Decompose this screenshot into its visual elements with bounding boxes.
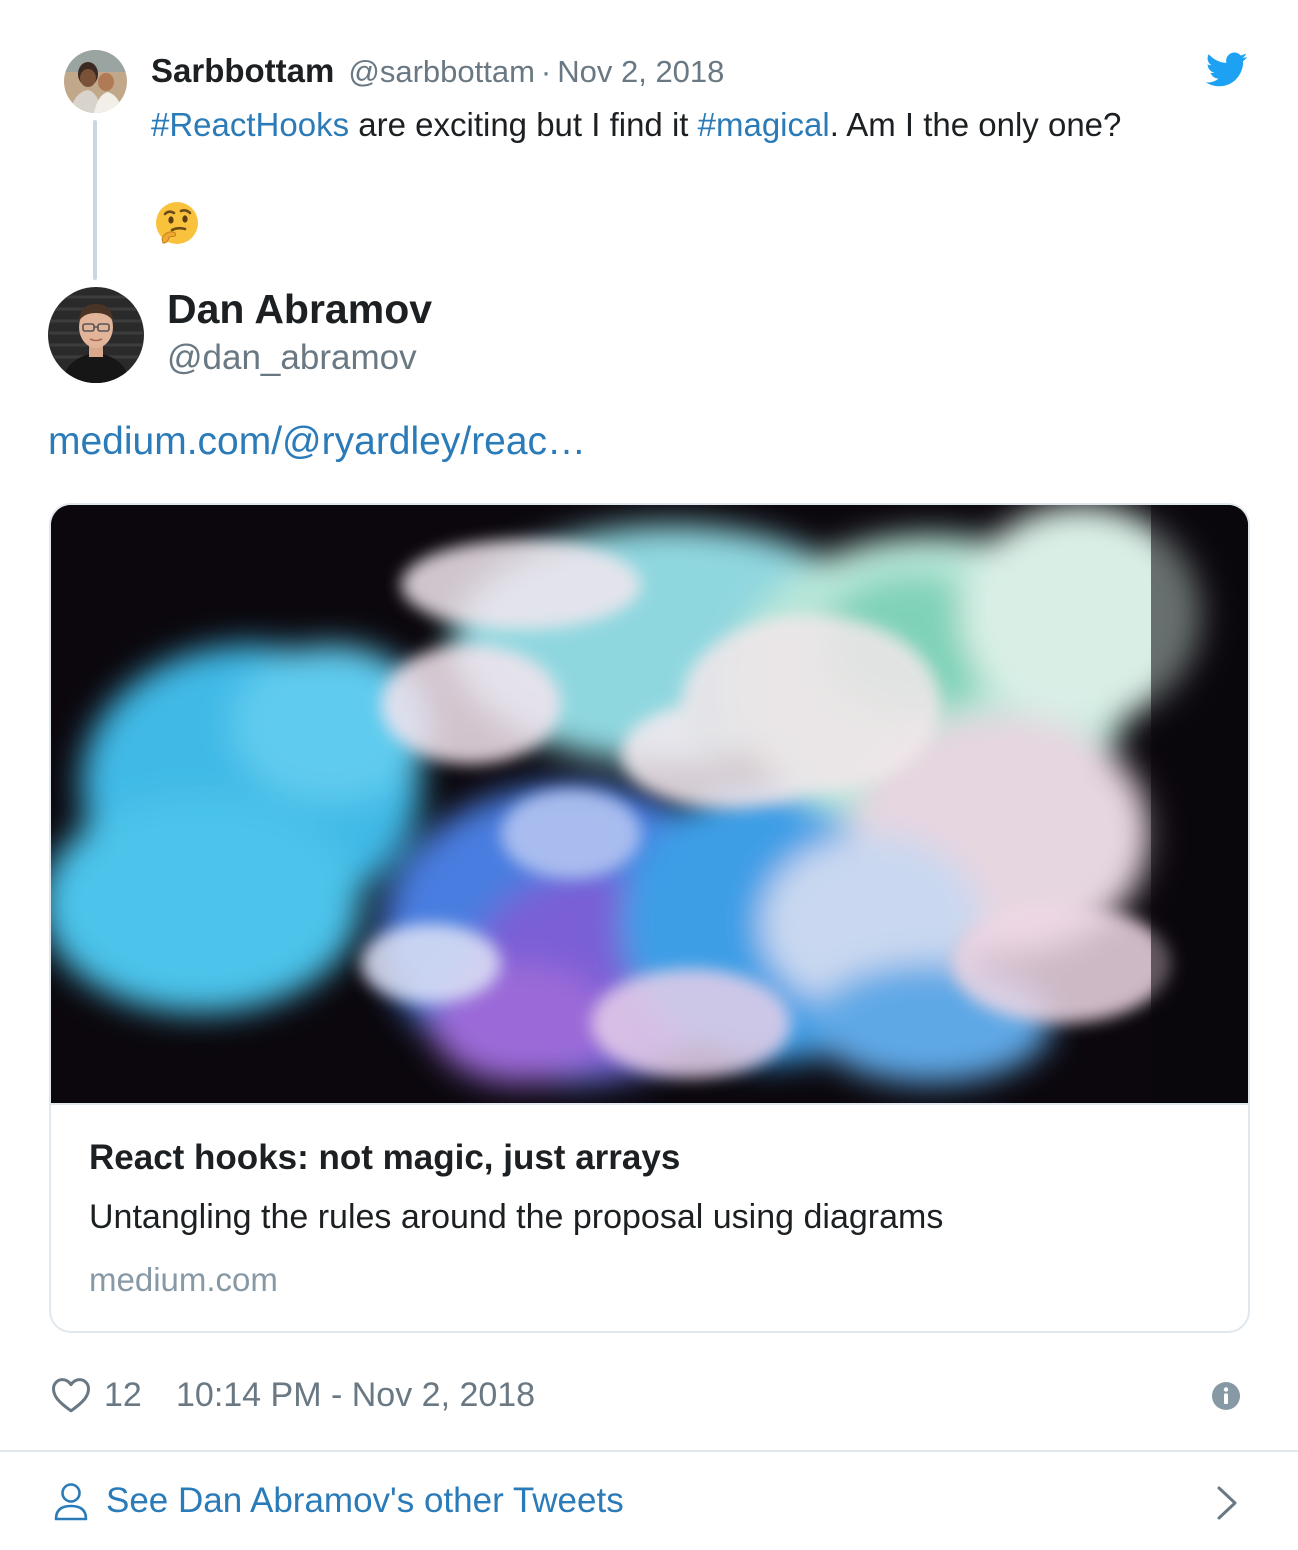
chevron-right-icon [1217, 1486, 1237, 1520]
card-title[interactable]: React hooks: not magic, just arrays [89, 1138, 680, 1178]
parent-tweet-header: Sarbbottam @sarbbottam · Nov 2, 2018 [151, 52, 724, 92]
author-handle[interactable]: @dan_abramov [167, 338, 417, 378]
meta-separator: · [540, 54, 552, 89]
hashtag-link[interactable]: #ReactHooks [151, 106, 349, 143]
card-image [51, 505, 1248, 1105]
tweet-text-segment: are exciting but I find it [349, 106, 698, 143]
twitter-bird-icon[interactable] [1206, 52, 1248, 88]
tweet-timestamp[interactable]: 10:14 PM - Nov 2, 2018 [176, 1376, 535, 1415]
thinking-face-emoji [156, 202, 198, 244]
tweet-embed: Sarbbottam @sarbbottam · Nov 2, 2018 #Reac… [0, 0, 1298, 1550]
parent-avatar[interactable] [64, 50, 127, 113]
thread-connector [93, 120, 97, 280]
author-avatar[interactable] [48, 287, 144, 383]
heart-icon[interactable] [51, 1376, 91, 1414]
tweet-text-segment: . Am I the only one? [829, 106, 1122, 143]
author-name[interactable]: Dan Abramov [167, 286, 432, 333]
link-card[interactable]: React hooks: not magic, just arrays Unta… [49, 503, 1250, 1333]
card-description: Untangling the rules around the proposal… [89, 1198, 944, 1236]
person-icon [54, 1483, 88, 1521]
parent-tweet-text: #ReactHooks are exciting but I find it #… [151, 103, 1261, 147]
see-other-tweets-label: See Dan Abramov's other Tweets [106, 1481, 624, 1520]
hashtag-link[interactable]: #magical [698, 106, 830, 143]
info-icon[interactable] [1211, 1381, 1241, 1411]
parent-author-name[interactable]: Sarbbottam [151, 52, 334, 90]
tweet-link[interactable]: medium.com/@ryardley/reac… [48, 420, 586, 464]
like-count[interactable]: 12 [104, 1376, 142, 1415]
parent-tweet-date[interactable]: Nov 2, 2018 [557, 54, 724, 89]
parent-meta: @sarbbottam · Nov 2, 2018 [348, 54, 724, 90]
see-other-tweets-link[interactable]: See Dan Abramov's other Tweets [0, 1452, 1298, 1550]
card-domain: medium.com [89, 1261, 278, 1298]
parent-author-handle[interactable]: @sarbbottam [348, 54, 535, 89]
